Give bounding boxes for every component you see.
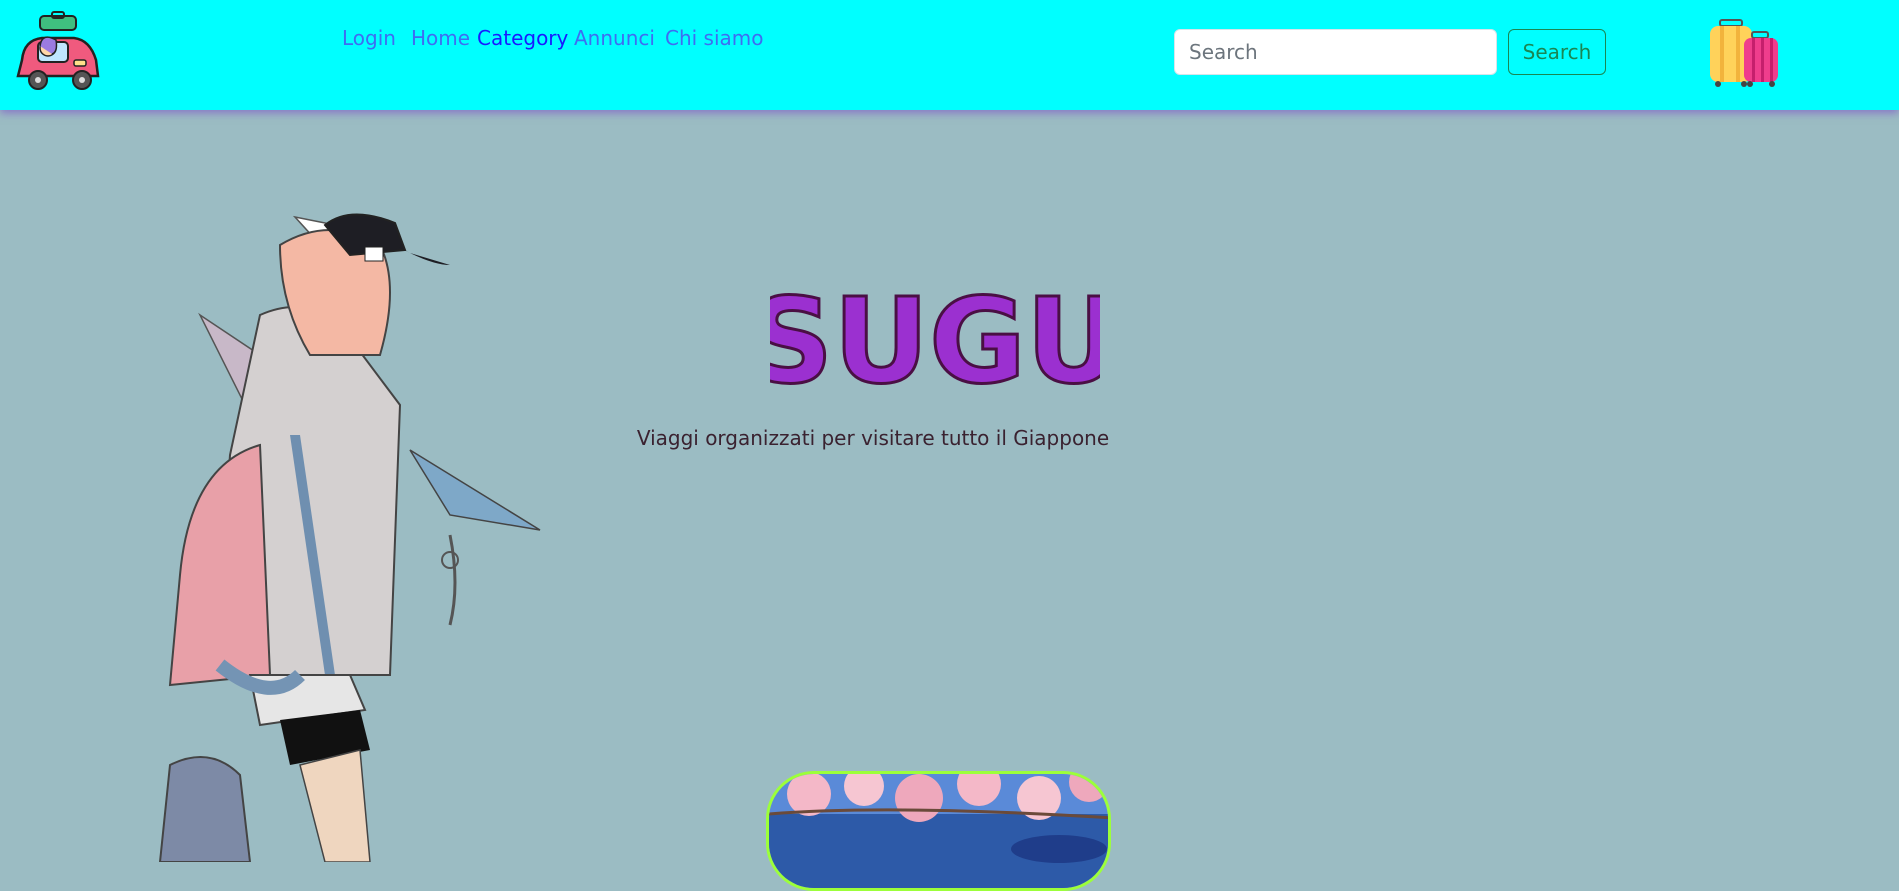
navbar: Login Home Category Annunci Chi siamo Se… — [0, 0, 1899, 110]
luggage-icon[interactable] — [1706, 18, 1786, 88]
car-logo-icon[interactable] — [12, 10, 104, 94]
anime-girl-illustration — [158, 213, 541, 862]
hero-title-logo: SUGU — [770, 282, 1100, 407]
nav-link-annunci[interactable]: Annunci — [574, 26, 655, 50]
nav-link-login[interactable]: Login — [342, 26, 396, 50]
nav-link-category[interactable]: Category — [477, 26, 568, 50]
hero-title-text: SUGU — [770, 282, 1100, 407]
nav-link-chi-siamo[interactable]: Chi siamo — [665, 26, 764, 50]
cherry-blossom-photo — [766, 771, 1111, 891]
search-input[interactable] — [1174, 29, 1497, 75]
hero-tagline: Viaggi organizzati per visitare tutto il… — [636, 426, 1110, 450]
nav-link-home[interactable]: Home — [411, 26, 470, 50]
search-button[interactable]: Search — [1508, 29, 1606, 75]
